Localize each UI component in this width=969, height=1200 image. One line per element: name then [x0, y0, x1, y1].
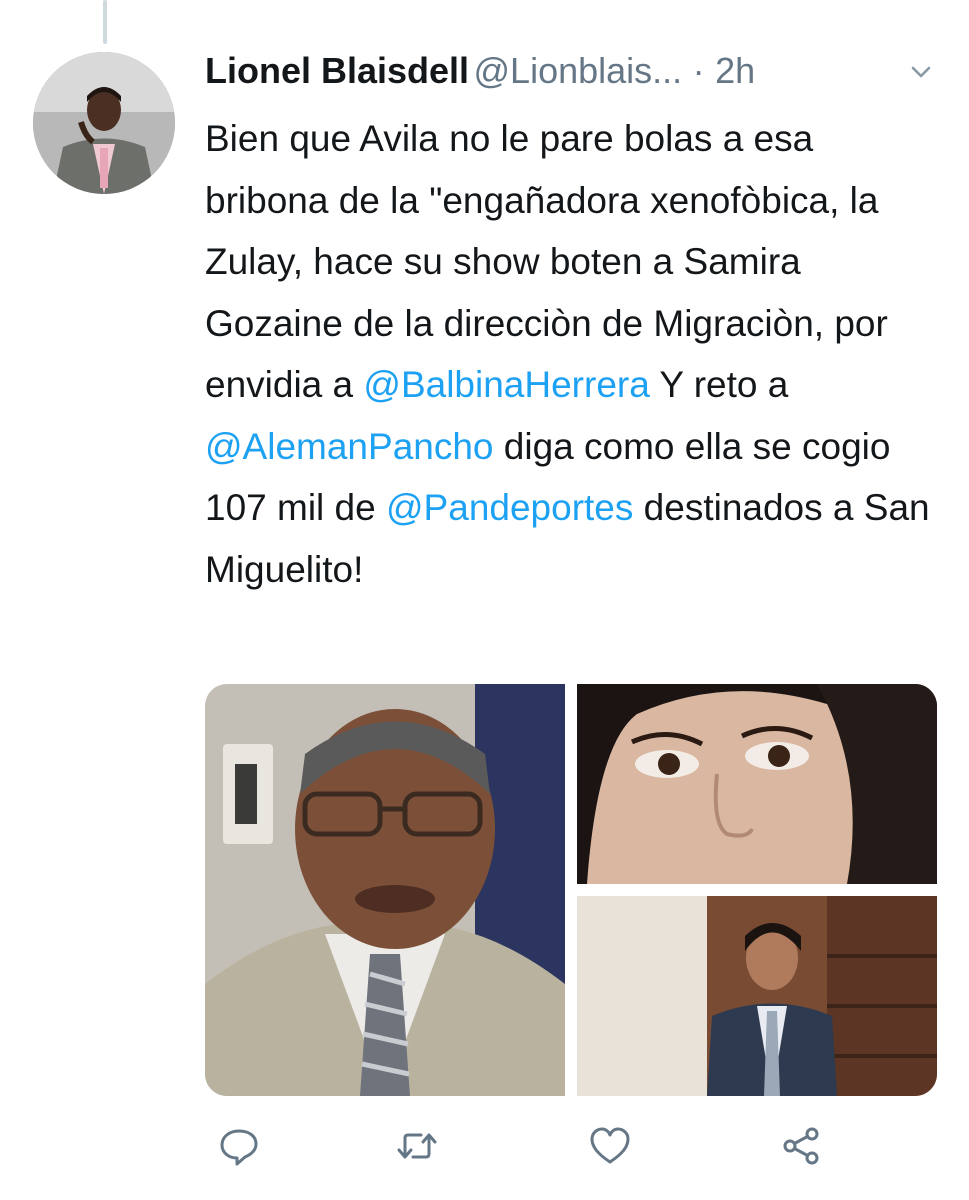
photo-woman-closeup[interactable]	[577, 684, 937, 884]
tweet-actions	[205, 1124, 945, 1174]
mention-link[interactable]: @BalbinaHerrera	[363, 364, 649, 405]
avatar[interactable]	[33, 52, 175, 194]
avatar-photo	[33, 52, 175, 194]
share-icon	[783, 1127, 819, 1165]
photo-man-courtroom[interactable]	[577, 896, 937, 1096]
photo-man-glasses[interactable]	[205, 684, 565, 1096]
mention-link[interactable]: @AlemanPancho	[205, 426, 494, 467]
retweet-icon	[397, 1133, 437, 1159]
tweet-header: Lionel Blaisdell @Lionblais... · 2h	[205, 50, 945, 100]
reply-icon	[220, 1129, 258, 1166]
author-handle[interactable]: @Lionblais...	[474, 50, 683, 91]
chevron-down-icon[interactable]	[907, 58, 935, 86]
retweet-button[interactable]	[395, 1124, 439, 1168]
thread-connector-line	[103, 0, 107, 44]
share-button[interactable]	[779, 1124, 823, 1168]
reply-button[interactable]	[217, 1124, 261, 1168]
tweet-text: Bien que Avila no le pare bolas a esa br…	[205, 108, 945, 600]
heart-icon	[590, 1127, 630, 1164]
mention-link[interactable]: @Pandeportes	[386, 487, 633, 528]
tweet-text-segment: Bien que Avila no le pare bolas a esa br…	[205, 118, 888, 405]
tweet-text-segment: Y reto a	[649, 364, 789, 405]
author-name[interactable]: Lionel Blaisdell	[205, 50, 469, 91]
like-button[interactable]	[588, 1124, 632, 1168]
timestamp[interactable]: 2h	[715, 50, 755, 91]
media-grid	[205, 684, 937, 1096]
separator-dot: ·	[692, 50, 705, 91]
